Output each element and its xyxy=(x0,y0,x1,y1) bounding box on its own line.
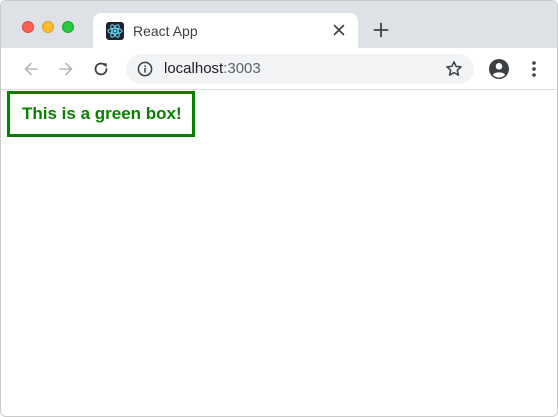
minimize-window-button[interactable] xyxy=(42,21,54,33)
star-icon[interactable] xyxy=(445,60,463,78)
tab-strip: React App xyxy=(1,1,557,48)
react-logo-icon xyxy=(106,22,124,40)
arrow-left-icon[interactable] xyxy=(21,59,41,79)
reload-icon[interactable] xyxy=(91,59,111,79)
url-host: localhost xyxy=(164,60,224,77)
info-icon[interactable] xyxy=(137,61,153,77)
close-window-button[interactable] xyxy=(22,21,34,33)
url-text[interactable]: localhost:3003 xyxy=(164,60,261,78)
green-box: This is a green box! xyxy=(7,91,195,137)
tab-react-app[interactable]: React App xyxy=(93,13,358,48)
close-icon[interactable] xyxy=(330,21,348,39)
arrow-right-icon[interactable] xyxy=(56,59,76,79)
url-port: :3003 xyxy=(223,60,261,77)
plus-icon[interactable] xyxy=(372,21,390,39)
address-bar[interactable]: localhost:3003 xyxy=(126,54,474,84)
maximize-window-button[interactable] xyxy=(62,21,74,33)
tab-title: React App xyxy=(133,23,198,39)
browser-window: React App localhost:3003 This is a green… xyxy=(0,0,558,417)
toolbar: localhost:3003 xyxy=(1,48,557,90)
more-vertical-icon[interactable] xyxy=(530,59,538,79)
page-viewport: This is a green box! xyxy=(1,90,557,416)
account-icon[interactable] xyxy=(488,58,510,80)
